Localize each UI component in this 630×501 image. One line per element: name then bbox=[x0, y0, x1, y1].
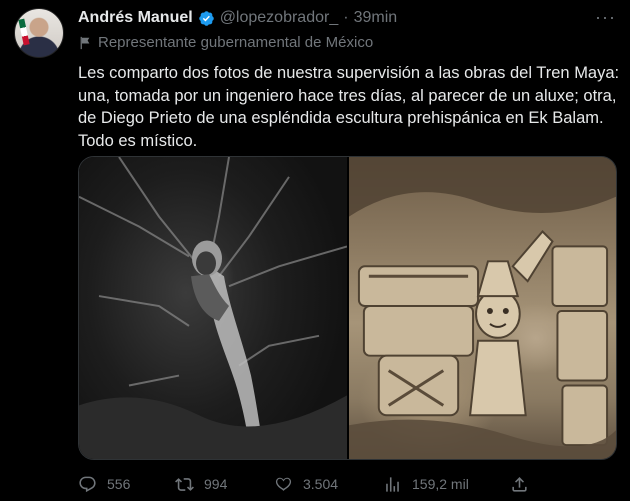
tweet-text: Les comparto dos fotos de nuestra superv… bbox=[78, 64, 620, 150]
retweet-icon bbox=[175, 477, 194, 491]
sculpture-drawing bbox=[349, 157, 616, 459]
author-handle[interactable]: @lopezobrador_ bbox=[220, 9, 339, 27]
tweet-timestamp[interactable]: 39min bbox=[354, 9, 398, 27]
reply-button[interactable]: 556 bbox=[78, 472, 130, 496]
author-avatar[interactable] bbox=[14, 8, 64, 58]
government-label-icon bbox=[80, 36, 90, 49]
photo-aluxe-tree[interactable] bbox=[79, 157, 347, 459]
photo-ek-balam-sculpture[interactable] bbox=[349, 157, 616, 459]
reply-count: 556 bbox=[107, 476, 131, 492]
tweet-media[interactable] bbox=[78, 156, 617, 460]
retweet-count: 994 bbox=[204, 476, 228, 492]
reply-icon bbox=[79, 476, 96, 492]
share-icon bbox=[512, 476, 527, 492]
tweet-actions: 556 994 3.504 159,2 mil bbox=[78, 472, 618, 496]
share-button[interactable] bbox=[510, 472, 529, 496]
more-options-icon[interactable]: ··· bbox=[595, 8, 616, 26]
separator-dot: · bbox=[343, 9, 349, 26]
retweet-button[interactable]: 994 bbox=[175, 472, 227, 496]
government-label-text: Representante gubernamental de México bbox=[98, 34, 374, 51]
tree-drawing bbox=[79, 157, 347, 459]
government-label: Representante gubernamental de México bbox=[78, 34, 373, 51]
like-count: 3.504 bbox=[303, 476, 339, 492]
views-button[interactable]: 159,2 mil bbox=[383, 472, 469, 496]
views-count: 159,2 mil bbox=[412, 476, 469, 492]
flag-decoration bbox=[18, 18, 30, 46]
like-button[interactable]: 3.504 bbox=[274, 472, 338, 496]
like-icon bbox=[275, 477, 292, 491]
author-name[interactable]: Andrés Manuel bbox=[78, 9, 193, 27]
verified-badge-icon bbox=[198, 10, 214, 26]
views-icon bbox=[386, 476, 399, 492]
tweet-header: Andrés Manuel @lopezobrador_ · 39min bbox=[78, 8, 397, 28]
